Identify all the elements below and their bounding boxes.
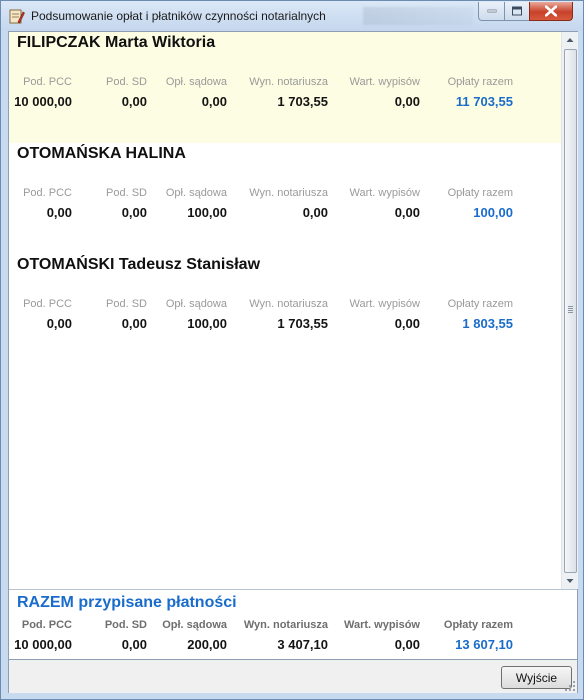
footer-bar: Wyjście [9,659,577,693]
window-title: Podsumowanie opłat i płatników czynności… [31,9,326,23]
label-wart-wypisow: Wart. wypisów [349,76,421,88]
thumb-grip-line [568,308,573,309]
value-oplaty-razem: 100,00 [473,205,513,220]
value-wyn-notariusza: 0,00 [302,205,328,220]
value-wyn-notariusza: 1 703,55 [277,94,328,109]
payer-name: OTOMAŃSKA HALINA [17,145,186,162]
value-pod-sd: 0,00 [121,316,147,331]
summary-pod-pcc: 10 000,00 [14,637,72,652]
label-oplaty-razem: Opłaty razem [447,76,513,88]
thumb-grip-line [568,310,573,311]
maximize-icon [512,6,522,16]
summary-panel: RAZEM przypisane płatności Pod. PCC Pod.… [9,589,577,660]
value-wart-wypisow: 0,00 [394,205,420,220]
title-bar[interactable]: Podsumowanie opłat i płatników czynności… [1,1,583,31]
window: Podsumowanie opłat i płatników czynności… [0,0,584,700]
label-pod-sd: Pod. SD [104,619,147,631]
value-opl-sadowa: 100,00 [187,205,227,220]
label-opl-sadowa: Opł. sądowa [165,76,227,88]
app-icon [9,9,25,24]
label-wyn-notariusza: Wyn. notariusza [249,76,328,88]
payer-card[interactable]: OTOMAŃSKI Tadeusz Stanisław Pod. PCC Pod… [9,254,561,365]
thumb-grip-line [568,306,573,307]
value-wyn-notariusza: 1 703,55 [277,316,328,331]
label-oplaty-razem: Opłaty razem [443,619,513,631]
value-pod-sd: 0,00 [121,94,147,109]
value-pod-pcc: 10 000,00 [14,94,72,109]
scroll-up-icon[interactable] [562,32,578,48]
label-wart-wypisow: Wart. wypisów [349,187,421,199]
value-opl-sadowa: 0,00 [201,94,227,109]
value-oplaty-razem: 1 803,55 [462,316,513,331]
close-icon [545,5,557,17]
payer-card[interactable]: FILIPCZAK Marta Wiktoria Pod. PCC Pod. S… [9,32,561,143]
minimize-button[interactable] [478,2,505,21]
label-wyn-notariusza: Wyn. notariusza [249,298,328,310]
label-pod-pcc: Pod. PCC [21,619,72,631]
value-pod-pcc: 0,00 [46,205,72,220]
label-pod-pcc: Pod. PCC [23,76,72,88]
scrollbar-thumb[interactable] [564,49,577,573]
value-oplaty-razem: 11 703,55 [455,94,513,109]
label-oplaty-razem: Opłaty razem [447,187,513,199]
maximize-button[interactable] [504,2,530,21]
label-pod-sd: Pod. SD [106,298,147,310]
payer-card[interactable]: OTOMAŃSKA HALINA Pod. PCC Pod. SD Opł. s… [9,143,561,254]
summary-title: RAZEM przypisane płatności [17,594,237,611]
label-opl-sadowa: Opł. sądowa [162,619,227,631]
close-button[interactable] [529,2,573,21]
payer-name: FILIPCZAK Marta Wiktoria [17,34,216,51]
value-wart-wypisow: 0,00 [394,316,420,331]
label-wyn-notariusza: Wyn. notariusza [249,187,328,199]
value-pod-sd: 0,00 [121,205,147,220]
label-opl-sadowa: Opł. sądowa [165,187,227,199]
label-pod-pcc: Pod. PCC [23,187,72,199]
exit-button[interactable]: Wyjście [501,666,572,689]
title-background-blur [363,7,473,25]
thumb-grip-line [568,312,573,313]
label-wart-wypisow: Wart. wypisów [349,298,421,310]
label-oplaty-razem: Opłaty razem [447,298,513,310]
summary-pod-sd: 0,00 [121,637,147,652]
client-area: FILIPCZAK Marta Wiktoria Pod. PCC Pod. S… [8,31,578,693]
minimize-icon [487,9,496,13]
payer-name: OTOMAŃSKI Tadeusz Stanisław [17,256,261,273]
summary-oplaty-razem: 13 607,10 [455,637,513,652]
summary-wart-wypisow: 0,00 [394,637,420,652]
value-opl-sadowa: 100,00 [187,316,227,331]
resize-grip-icon[interactable] [564,680,576,692]
vertical-scrollbar[interactable] [561,32,578,589]
label-wyn-notariusza: Wyn. notariusza [243,619,328,631]
label-wart-wypisow: Wart. wypisów [344,619,420,631]
label-opl-sadowa: Opł. sądowa [165,298,227,310]
label-pod-sd: Pod. SD [106,187,147,199]
summary-opl-sadowa: 200,00 [187,637,227,652]
label-pod-sd: Pod. SD [106,76,147,88]
label-pod-pcc: Pod. PCC [23,298,72,310]
summary-wyn-notariusza: 3 407,10 [277,637,328,652]
payers-list[interactable]: FILIPCZAK Marta Wiktoria Pod. PCC Pod. S… [9,32,561,589]
value-pod-pcc: 0,00 [46,316,72,331]
value-wart-wypisow: 0,00 [394,94,420,109]
scroll-down-icon[interactable] [562,573,578,589]
